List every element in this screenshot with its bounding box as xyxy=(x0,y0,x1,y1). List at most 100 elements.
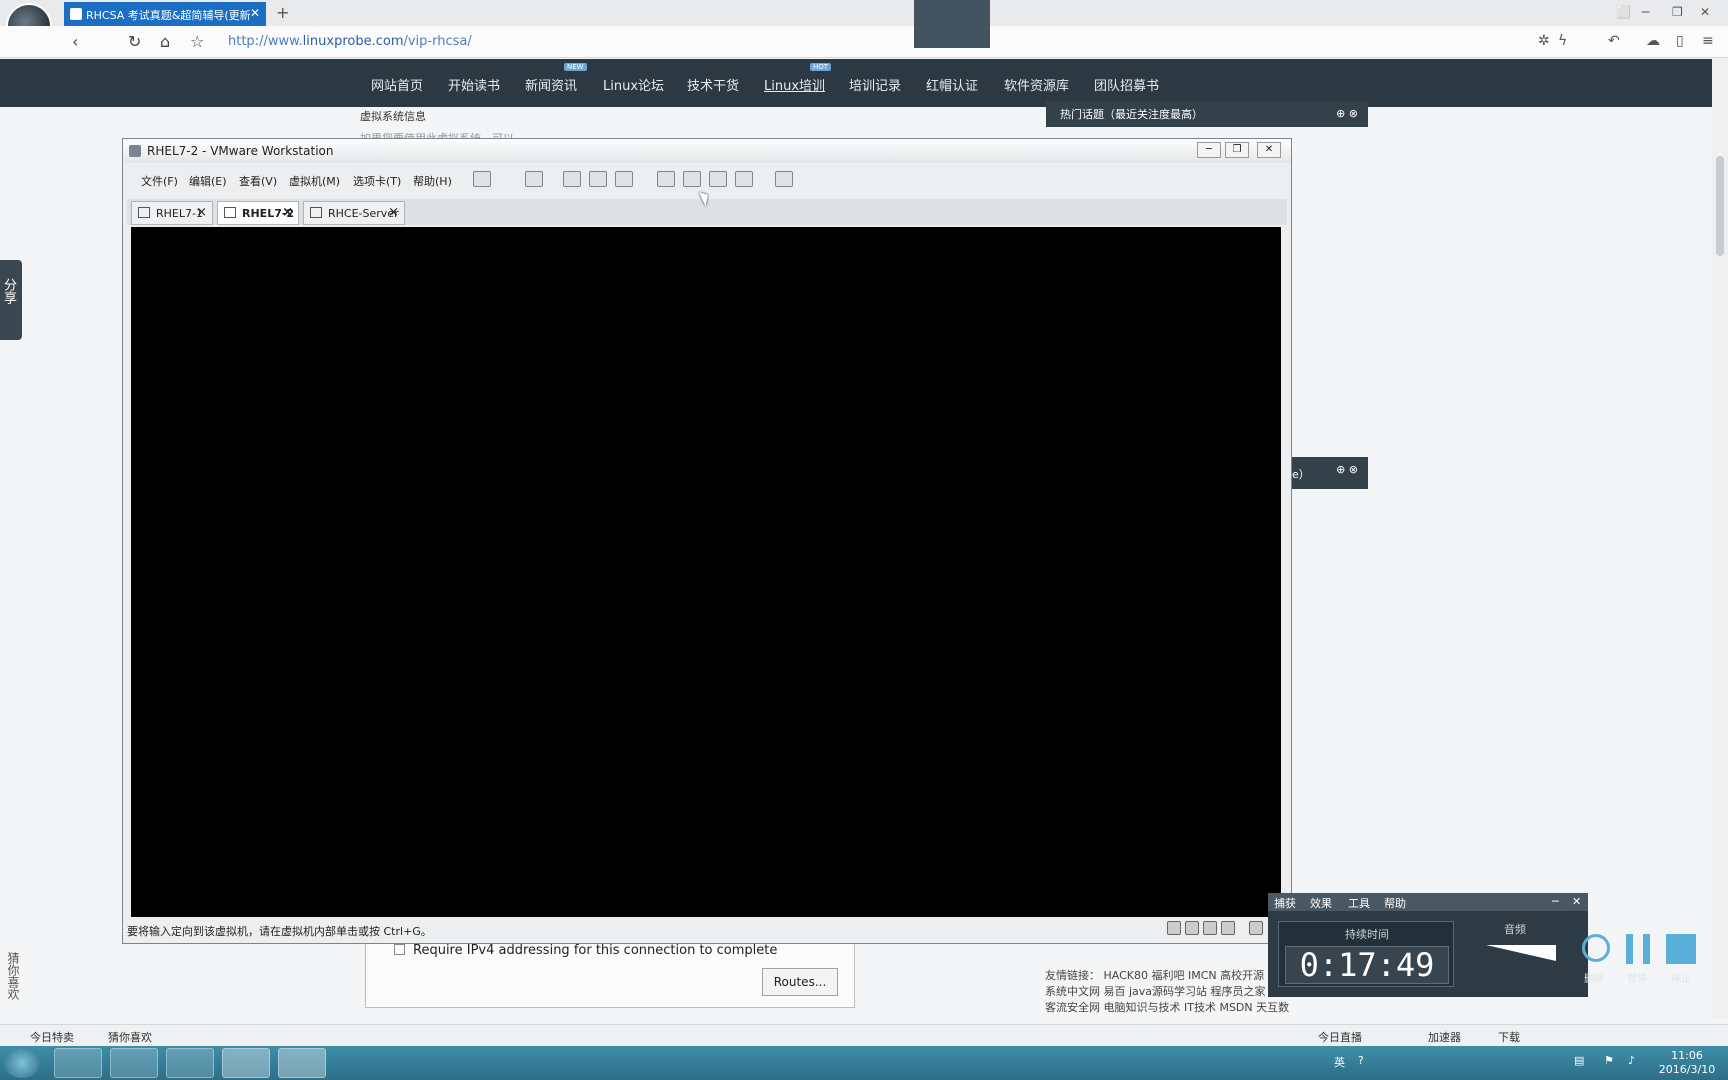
vm-restore-button[interactable]: ❐ xyxy=(1225,142,1249,158)
vm-close-button[interactable]: ✕ xyxy=(1257,142,1281,158)
vm-minimize-button[interactable]: ─ xyxy=(1197,142,1221,158)
routes-button[interactable]: Routes... xyxy=(762,968,838,996)
new-tab-button[interactable]: + xyxy=(276,3,289,22)
nav-recruit[interactable]: 团队招募书 xyxy=(1094,75,1159,94)
browser-status-strip: 今日特卖 猜你喜欢 今日直播 加速器 下载 xyxy=(0,1024,1728,1046)
rec-menu-effects[interactable]: 效果 xyxy=(1310,895,1332,911)
close-icon[interactable]: × xyxy=(282,205,293,220)
library-icon[interactable] xyxy=(657,171,675,187)
today-sale-link[interactable]: 今日特卖 xyxy=(30,1029,74,1045)
cloud-icon[interactable]: ☁ xyxy=(1646,33,1660,49)
snapshot-icon[interactable] xyxy=(563,171,581,187)
ipv4-checkbox-label[interactable]: Require IPv4 addressing for this connect… xyxy=(394,943,777,958)
restore-button[interactable]: ❐ xyxy=(1672,5,1683,19)
ime-indicator[interactable]: 英 xyxy=(1334,1054,1345,1070)
guess-you-like-tab[interactable]: 猜你喜欢 xyxy=(4,952,22,1000)
nav-news[interactable]: 新闻资讯 xyxy=(525,75,577,94)
minimize-button[interactable]: ─ xyxy=(1642,5,1649,19)
accelerator-link[interactable]: 加速器 xyxy=(1428,1029,1461,1045)
browser-tab-active[interactable]: RHCSA 考试真题&超简辅导(更新 ✕ xyxy=(64,2,266,26)
taskbar-camtasia-recorder-icon[interactable] xyxy=(278,1048,326,1078)
page-scrollbar-thumb[interactable] xyxy=(1716,156,1724,256)
today-live-link[interactable]: 今日直播 xyxy=(1318,1029,1362,1045)
share-button[interactable]: 分享 xyxy=(0,260,22,340)
start-button-icon[interactable] xyxy=(4,1048,40,1078)
tray-network-icon[interactable]: ▤ xyxy=(1574,1054,1584,1067)
stop-recording-icon[interactable] xyxy=(1666,934,1696,964)
menu-file[interactable]: 文件(F) xyxy=(141,173,178,189)
pause-recording-icon[interactable] xyxy=(1626,934,1650,964)
hot-topics-controls-icon[interactable]: ⊕ ⊗ xyxy=(1336,107,1358,120)
cdrom-icon[interactable] xyxy=(1185,921,1199,935)
nav-training[interactable]: Linux培训 xyxy=(764,75,825,94)
unity-icon[interactable] xyxy=(735,171,753,187)
taskbar-vmware-icon[interactable] xyxy=(166,1048,214,1078)
skin-icon[interactable]: ⬜ xyxy=(1616,5,1631,19)
network-icon[interactable] xyxy=(1203,921,1217,935)
sound-icon[interactable] xyxy=(1221,921,1235,935)
rec-close-button[interactable]: ✕ xyxy=(1572,895,1581,908)
audio-volume-slider[interactable] xyxy=(1486,945,1556,961)
guess-like-link[interactable]: 猜你喜欢 xyxy=(108,1029,152,1045)
nav-home[interactable]: 网站首页 xyxy=(371,75,423,94)
tray-flag-icon[interactable]: ⚑ xyxy=(1604,1054,1614,1067)
revert-snapshot-icon[interactable] xyxy=(589,171,607,187)
friend-links-line[interactable]: 友情链接： HACK80 福利吧 IMCN 高校开源 xyxy=(1045,968,1305,984)
menu-view[interactable]: 查看(V) xyxy=(239,173,277,189)
tray-help-icon[interactable]: ? xyxy=(1358,1054,1364,1067)
menu-tabs[interactable]: 选项卡(T) xyxy=(353,173,401,189)
vm-icon xyxy=(138,207,150,218)
download-link[interactable]: 下载 xyxy=(1498,1029,1520,1045)
hdd-icon[interactable] xyxy=(1167,921,1181,935)
friend-links-line[interactable]: 系统中文网 易百 java源码学习站 程序员之家 xyxy=(1045,984,1305,1000)
nav-redhat-cert[interactable]: 红帽认证 xyxy=(926,75,978,94)
vm-tab-rhel7-2[interactable]: RHEL7-2 × xyxy=(217,201,299,225)
rec-menu-help[interactable]: 帮助 xyxy=(1384,895,1406,911)
nav-reading[interactable]: 开始读书 xyxy=(448,75,500,94)
vm-tab-rhel7-1[interactable]: RHEL7-1 × xyxy=(131,201,213,225)
vm-tab-rhce-server[interactable]: RHCE-Server × xyxy=(303,201,405,225)
bookmark-star-icon[interactable]: ☆ xyxy=(190,32,204,51)
menu-vm[interactable]: 虚拟机(M) xyxy=(289,173,340,189)
undo-icon[interactable]: ↶ xyxy=(1608,33,1620,49)
menu-icon[interactable]: ≡ xyxy=(1702,33,1714,49)
thumbnail-bar-icon[interactable] xyxy=(683,171,701,187)
rec-minimize-button[interactable]: ─ xyxy=(1552,895,1559,908)
snapshot-manager-icon[interactable] xyxy=(615,171,633,187)
nav-software[interactable]: 软件资源库 xyxy=(1004,75,1069,94)
hot-topics-controls-icon-2[interactable]: ⊕ ⊗ xyxy=(1336,463,1358,476)
taskbar-explorer-icon[interactable] xyxy=(54,1048,102,1078)
taskbar-clock[interactable]: 11:06 2016/3/10 xyxy=(1650,1049,1724,1077)
tab-close-icon[interactable]: ✕ xyxy=(250,6,260,20)
home-icon[interactable]: ⌂ xyxy=(160,32,170,51)
rec-menu-capture[interactable]: 捕获 xyxy=(1274,895,1296,911)
console-view-icon[interactable] xyxy=(775,171,793,187)
lightning-icon[interactable]: ϟ xyxy=(1558,33,1567,49)
taskbar-camtasia-icon[interactable] xyxy=(222,1048,270,1078)
send-ctrl-alt-del-icon[interactable] xyxy=(525,171,543,187)
vm-console-screen[interactable] xyxy=(131,227,1281,917)
back-icon[interactable]: ‹ xyxy=(72,32,78,51)
menu-help[interactable]: 帮助(H) xyxy=(413,173,452,189)
rec-menu-tools[interactable]: 工具 xyxy=(1348,895,1370,911)
checkbox-icon[interactable] xyxy=(394,944,405,955)
taskbar-browser-icon[interactable] xyxy=(110,1048,158,1078)
tray-volume-icon[interactable]: ♪ xyxy=(1628,1054,1635,1067)
url-field[interactable]: http://www.linuxprobe.com/vip-rhcsa/ xyxy=(228,34,1528,49)
menu-edit[interactable]: 编辑(E) xyxy=(189,173,227,189)
close-icon[interactable]: × xyxy=(196,205,207,220)
delete-recording-icon[interactable] xyxy=(1582,934,1610,962)
message-icon[interactable] xyxy=(1249,921,1263,935)
vmware-title-bar[interactable]: RHEL7-2 - VMware Workstation ─ ❐ ✕ xyxy=(123,139,1291,163)
close-icon[interactable]: × xyxy=(388,205,399,220)
reload-icon[interactable]: ↻ xyxy=(128,32,141,51)
nav-forum[interactable]: Linux论坛 xyxy=(603,75,664,94)
friend-links-line[interactable]: 客流安全网 电脑知识与技术 IT技术 MSDN 天互数 xyxy=(1045,1000,1305,1016)
phone-icon[interactable]: ▯ xyxy=(1676,33,1684,49)
close-window-button[interactable]: ✕ xyxy=(1700,5,1710,19)
nav-tech[interactable]: 技术干货 xyxy=(687,75,739,94)
nav-records[interactable]: 培训记录 xyxy=(849,75,901,94)
plugin-icon[interactable]: ✲ xyxy=(1538,33,1550,49)
pause-icon[interactable] xyxy=(473,171,491,187)
fullscreen-icon[interactable] xyxy=(709,171,727,187)
